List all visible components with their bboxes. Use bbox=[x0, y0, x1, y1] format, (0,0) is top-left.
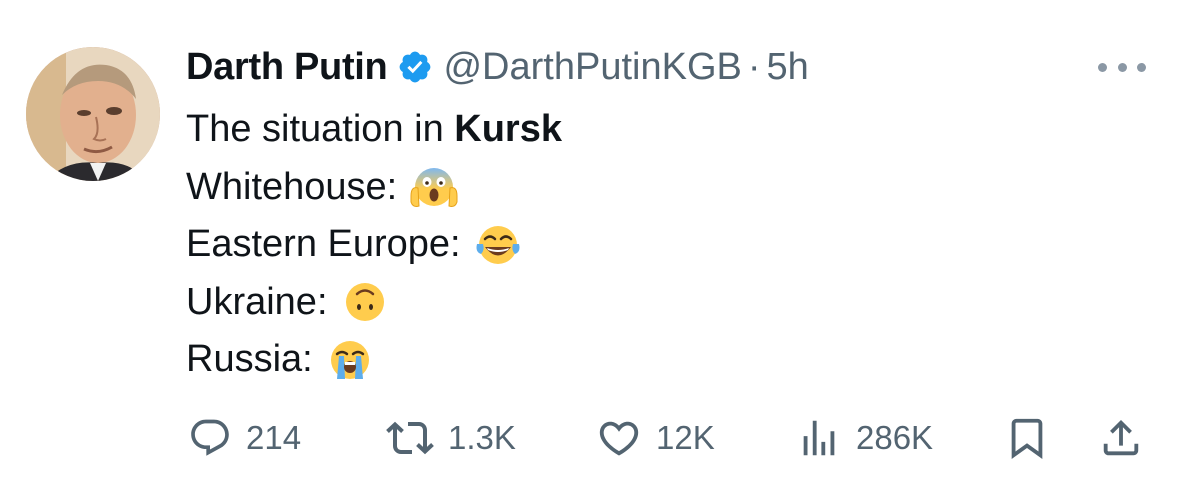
tweet-text: The situation in Kursk Whitehouse: Easte… bbox=[186, 101, 562, 389]
repost-button[interactable]: 1.3K bbox=[386, 414, 516, 462]
views-chart-icon bbox=[803, 420, 835, 456]
share-button[interactable] bbox=[1098, 414, 1144, 462]
reply-count: 214 bbox=[246, 419, 302, 456]
tweet-line-label: Whitehouse: bbox=[186, 165, 398, 208]
share-icon bbox=[1103, 419, 1139, 456]
like-count: 12K bbox=[656, 419, 715, 456]
face-with-tears-of-joy-icon bbox=[473, 220, 523, 270]
tweet-line-text: The situation in bbox=[186, 108, 455, 150]
tweet-header: Darth Putin @DarthPutinKGB · 5h bbox=[186, 43, 809, 91]
repost-count: 1.3K bbox=[448, 419, 516, 456]
more-options-icon[interactable] bbox=[1098, 55, 1146, 79]
tweet-line-label: Ukraine: bbox=[186, 280, 328, 323]
bookmark-icon bbox=[1011, 418, 1043, 459]
author-handle[interactable]: @DarthPutinKGB bbox=[443, 43, 741, 91]
tweet-line-bold: Kursk bbox=[454, 108, 562, 150]
tweet-line: The situation in Kursk bbox=[186, 101, 562, 159]
tweet[interactable]: Darth Putin @DarthPutinKGB · 5h The situ… bbox=[0, 0, 1179, 498]
timestamp[interactable]: 5h bbox=[767, 43, 809, 91]
more-dot bbox=[1137, 62, 1146, 72]
bookmark-button[interactable] bbox=[1004, 414, 1050, 462]
tweet-line: Whitehouse: bbox=[186, 159, 562, 217]
like-button[interactable]: 12K bbox=[596, 414, 715, 462]
avatar[interactable] bbox=[26, 47, 160, 181]
heart-icon bbox=[599, 421, 639, 456]
reply-icon bbox=[191, 419, 229, 456]
verified-badge-icon[interactable] bbox=[397, 49, 433, 85]
reply-button[interactable]: 214 bbox=[188, 414, 301, 462]
repost-icon bbox=[386, 421, 434, 455]
tweet-line: Ukraine: bbox=[186, 274, 562, 332]
more-dot bbox=[1098, 62, 1107, 72]
views-count: 286K bbox=[856, 419, 934, 456]
more-dot bbox=[1117, 62, 1127, 72]
action-bar: 214 1.3K 12K 286K bbox=[186, 414, 1146, 462]
display-name[interactable]: Darth Putin bbox=[186, 43, 388, 91]
tweet-line-label: Eastern Europe: bbox=[186, 223, 461, 265]
separator-dot: · bbox=[747, 46, 761, 88]
upside-down-face-icon bbox=[340, 277, 390, 327]
views-button[interactable]: 286K bbox=[796, 414, 933, 462]
loudly-crying-face-icon bbox=[325, 335, 375, 385]
tweet-line-label: Russia: bbox=[186, 338, 313, 380]
avatar-photo bbox=[26, 47, 160, 181]
tweet-line: Eastern Europe: bbox=[186, 216, 562, 274]
tweet-line: Russia: bbox=[186, 331, 562, 389]
face-screaming-in-fear-icon bbox=[409, 162, 459, 212]
